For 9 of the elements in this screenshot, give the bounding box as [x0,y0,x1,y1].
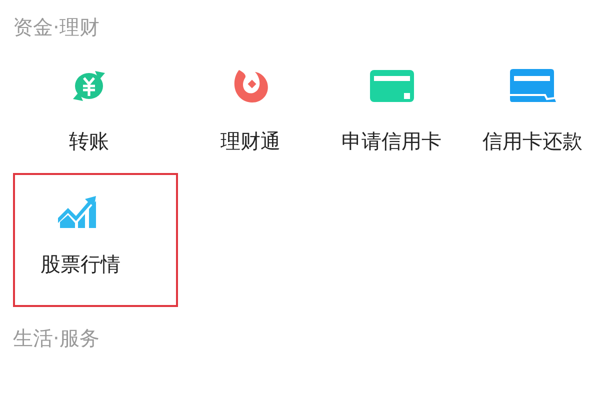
menu-item-label[interactable]: 申请信用卡 [342,128,442,155]
section-title: 生活·服务 [12,325,100,352]
menu-item-label[interactable]: 股票行情 [40,251,120,278]
credit-card-icon [368,69,414,103]
section-title: 资金·理财 [12,14,100,41]
menu-item-label[interactable]: 理财通 [220,128,280,155]
menu-item-label[interactable]: 信用卡还款 [482,128,582,155]
menu-item-label[interactable]: 转账 [69,128,109,155]
credit-card-icon [508,68,556,104]
